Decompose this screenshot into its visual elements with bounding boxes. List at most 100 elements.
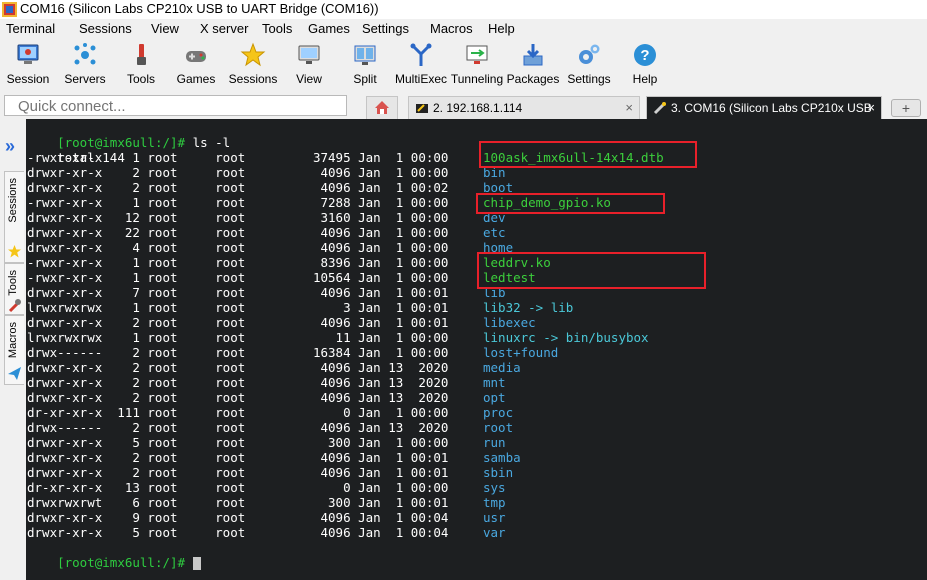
sidebar-tab-tools[interactable]: Tools — [4, 263, 24, 315]
view-button[interactable]: View — [281, 39, 337, 92]
ls-row-filename: proc — [483, 405, 514, 420]
tunneling-button[interactable]: Tunneling — [449, 39, 505, 92]
home-icon — [375, 101, 389, 114]
ls-row-meta: drwxr-xr-x 4 root root 4096 Jan 1 00:00 — [27, 240, 449, 255]
total-line: total 144 — [27, 135, 125, 165]
terminal-pane[interactable]: [root@imx6ull:/]# ls -l total 144 -rwxr-… — [26, 119, 927, 580]
ssh-session-icon — [416, 104, 428, 113]
ls-row-filename: lib32 -> lib — [483, 300, 574, 315]
final-prompt-line: [root@imx6ull:/]# — [27, 540, 201, 570]
ls-row: drwxr-xr-x 2 root root 4096 Jan 1 00:00 b… — [27, 165, 506, 180]
ls-row-meta: -rwxr-xr-x 1 root root 10564 Jan 1 00:00 — [27, 270, 449, 285]
double-chevron-right-icon[interactable]: » — [5, 136, 15, 157]
ls-row: -rwxr-xr-x 1 root root 7288 Jan 1 00:00 c… — [27, 195, 611, 210]
highlight-box-dtb — [479, 141, 697, 168]
ls-row-meta: drwxr-xr-x 2 root root 4096 Jan 13 2020 — [27, 375, 449, 390]
menu-macros[interactable]: Macros — [430, 21, 473, 36]
ls-row: -rwxr-xr-x 1 root root 8396 Jan 1 00:00 l… — [27, 255, 551, 270]
menu-x-server[interactable]: X server — [200, 21, 248, 36]
tab-com16[interactable]: 3. COM16 (Silicon Labs CP210x USB × — [646, 96, 882, 119]
paper-plane-icon — [8, 367, 21, 380]
help-label: Help — [632, 72, 658, 86]
highlight-box-led — [477, 252, 706, 289]
ls-row-filename: linuxrc -> bin/busybox — [483, 330, 649, 345]
menu-sessions[interactable]: Sessions — [79, 21, 132, 36]
menu-terminal[interactable]: Terminal — [6, 21, 55, 36]
menu-tools[interactable]: Tools — [262, 21, 292, 36]
ls-row: drwxr-xr-x 2 root root 4096 Jan 13 2020 o… — [27, 390, 506, 405]
ls-row: dr-xr-xr-x 13 root root 0 Jan 1 00:00 sys — [27, 480, 506, 495]
ls-row-meta: drwxr-xr-x 2 root root 4096 Jan 13 2020 — [27, 390, 449, 405]
packages-label: Packages — [506, 72, 560, 86]
settings-label: Settings — [567, 72, 611, 86]
menu-settings[interactable]: Settings — [362, 21, 409, 36]
tools-button[interactable]: Tools — [113, 39, 169, 92]
mobaxterm-app-icon — [2, 2, 17, 17]
multiexec-label: MultiExec — [394, 72, 447, 86]
packages-download-icon — [523, 44, 543, 66]
tab-strip: 2. 192.168.1.114 × 3. COM16 (Silicon Lab… — [0, 92, 927, 119]
ls-row-filename: lost+found — [483, 345, 559, 360]
session-button[interactable]: Session — [0, 39, 56, 92]
games-label: Games — [176, 72, 216, 86]
tab-ssh-192-168-1-114[interactable]: 2. 192.168.1.114 × — [408, 96, 640, 119]
ls-row-meta: drwxr-xr-x 12 root root 3160 Jan 1 00:00 — [27, 210, 449, 225]
view-monitor-icon — [298, 45, 320, 64]
sidebar-tab-macros[interactable]: Macros — [4, 315, 24, 385]
help-button[interactable]: ? Help — [617, 39, 673, 92]
split-button[interactable]: Split — [337, 39, 393, 92]
ls-row-filename: opt — [483, 390, 506, 405]
session-monitor-icon — [17, 44, 39, 64]
shell-prompt: [root@imx6ull:/]# — [57, 555, 186, 570]
ls-row-meta: drwxr-xr-x 5 root root 300 Jan 1 00:00 — [27, 435, 449, 450]
quick-connect-input[interactable] — [4, 95, 347, 116]
settings-gears-icon — [579, 44, 600, 64]
menu-games[interactable]: Games — [308, 21, 350, 36]
tab-close-icon[interactable]: × — [867, 100, 875, 115]
ls-row-filename: var — [483, 525, 506, 540]
sidebar-tab-sessions[interactable]: Sessions — [4, 171, 24, 263]
ls-row: drwx------ 2 root root 4096 Jan 13 2020 r… — [27, 420, 513, 435]
sessions-button[interactable]: Sessions — [225, 39, 281, 92]
tab-close-icon[interactable]: × — [625, 100, 633, 115]
ls-row: drwxr-xr-x 4 root root 4096 Jan 1 00:00 h… — [27, 240, 513, 255]
menu-view[interactable]: View — [151, 21, 179, 36]
home-tab[interactable] — [366, 96, 398, 119]
ls-row-meta: dr-xr-xr-x 111 root root 0 Jan 1 00:00 — [27, 405, 449, 420]
ls-row: dr-xr-xr-x 111 root root 0 Jan 1 00:00 pr… — [27, 405, 513, 420]
command-line: [root@imx6ull:/]# ls -l — [27, 120, 230, 150]
ls-row-meta: drwxr-xr-x 2 root root 4096 Jan 1 00:01 — [27, 450, 449, 465]
ls-row: drwxr-xr-x 9 root root 4096 Jan 1 00:04 u… — [27, 510, 506, 525]
ls-row-meta: -rwxr-xr-x 1 root root 7288 Jan 1 00:00 — [27, 195, 449, 210]
ls-row: drwxr-xr-x 2 root root 4096 Jan 1 00:01 s… — [27, 450, 521, 465]
ls-row-filename: etc — [483, 225, 506, 240]
ls-row-meta: -rwxr-xr-x 1 root root 37495 Jan 1 00:00 — [27, 150, 449, 165]
multiexec-button[interactable]: MultiExec — [393, 39, 449, 92]
packages-button[interactable]: Packages — [505, 39, 561, 92]
ls-row: drwxr-xr-x 2 root root 4096 Jan 13 2020 m… — [27, 360, 521, 375]
ls-row-meta: drwxr-xr-x 7 root root 4096 Jan 1 00:01 — [27, 285, 449, 300]
servers-button[interactable]: Servers — [57, 39, 113, 92]
ls-row-meta: drwxr-xr-x 2 root root 4096 Jan 1 00:01 — [27, 465, 449, 480]
sidebar-tab-label: Macros — [7, 322, 19, 359]
ls-row: drwx------ 2 root root 16384 Jan 1 00:00… — [27, 345, 558, 360]
ls-row-meta: drwxr-xr-x 2 root root 4096 Jan 1 00:02 — [27, 180, 449, 195]
ls-row-meta: -rwxr-xr-x 1 root root 8396 Jan 1 00:00 — [27, 255, 449, 270]
settings-button[interactable]: Settings — [561, 39, 617, 92]
ls-row-filename: run — [483, 435, 506, 450]
ls-row-meta: drwxr-xr-x 2 root root 4096 Jan 13 2020 — [27, 360, 449, 375]
ls-row: drwxr-xr-x 5 root root 4096 Jan 1 00:04 v… — [27, 525, 506, 540]
ls-row-meta: drwxr-xr-x 9 root root 4096 Jan 1 00:04 — [27, 510, 449, 525]
menu-help[interactable]: Help — [488, 21, 515, 36]
ls-row: drwxr-xr-x 2 root root 4096 Jan 1 00:01 l… — [27, 315, 536, 330]
ls-row: -rwxr-xr-x 1 root root 37495 Jan 1 00:00… — [27, 150, 664, 165]
new-tab-button[interactable]: + — [891, 99, 921, 117]
ls-row: lrwxrwxrwx 1 root root 11 Jan 1 00:00 lin… — [27, 330, 649, 345]
ls-row-filename: mnt — [483, 375, 506, 390]
ls-row: drwxr-xr-x 2 root root 4096 Jan 1 00:02 b… — [27, 180, 513, 195]
tunneling-icon — [466, 45, 488, 64]
games-button[interactable]: Games — [168, 39, 224, 92]
text-cursor — [192, 557, 201, 570]
ls-row-meta: lrwxrwxrwx 1 root root 11 Jan 1 00:00 — [27, 330, 449, 345]
tab-label: 2. 192.168.1.114 — [433, 101, 523, 115]
